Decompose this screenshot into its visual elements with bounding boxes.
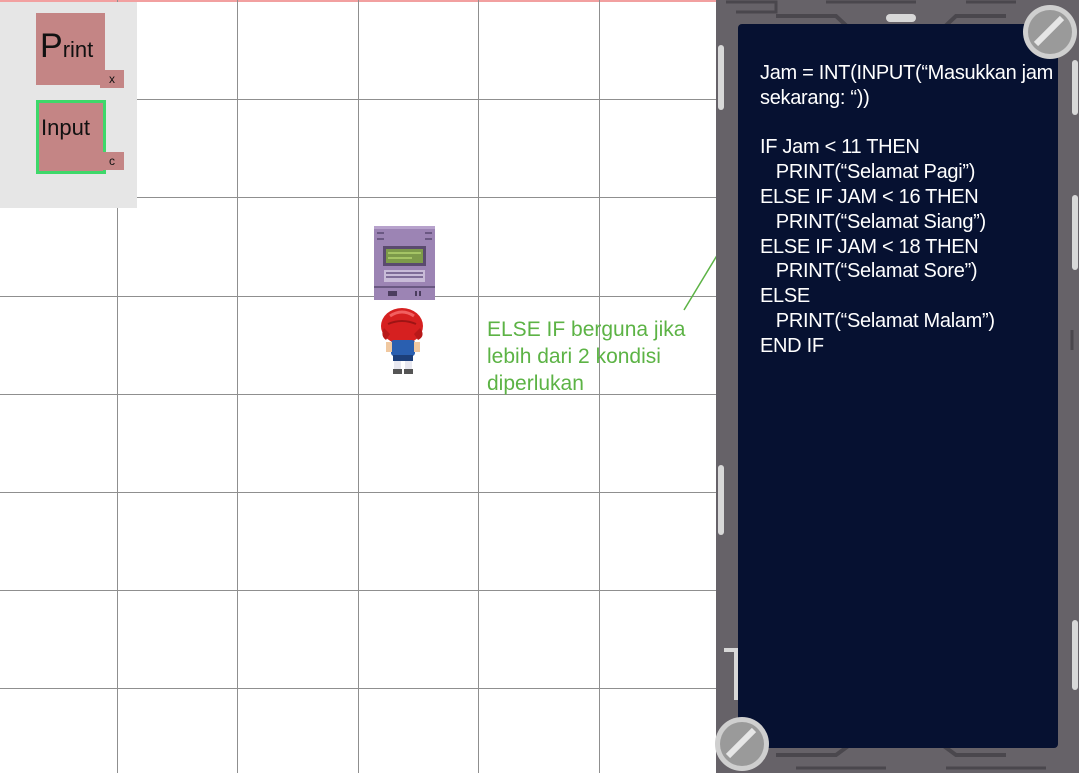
hint-text: ELSE IF berguna jika lebih dari 2 kondis… [487, 318, 686, 395]
code-line: IF Jam < 11 THEN [760, 136, 920, 159]
print-shortcut-key: x [100, 70, 124, 88]
code-line: Jam = INT(INPUT(“Masukkan jam sekarang: … [760, 62, 1059, 109]
code-text: Jam = INT(INPUT(“Masukkan jam sekarang: … [760, 61, 1056, 359]
command-panel: Print x Input c [0, 2, 137, 208]
code-line: PRINT(“Selamat Pagi”) [760, 161, 976, 184]
grid-line-horizontal [0, 492, 716, 493]
screw-icon [1023, 5, 1077, 59]
code-line: END IF [760, 334, 824, 357]
code-line: PRINT(“Selamat Sore”) [760, 260, 978, 283]
print-command-block[interactable]: Print [36, 13, 105, 85]
screw-icon [715, 717, 769, 771]
input-command-block[interactable]: Input [36, 100, 106, 174]
grid-line-vertical [478, 0, 479, 773]
grid-line-vertical [237, 0, 238, 773]
print-command-label: Print [40, 27, 94, 65]
input-shortcut-key: c [100, 152, 124, 170]
grid-line-horizontal [0, 688, 716, 689]
grid-line-vertical [358, 0, 359, 773]
input-command-label: Input [41, 115, 90, 140]
code-line: PRINT(“Selamat Malam”) [760, 309, 995, 332]
code-line: ELSE IF JAM < 16 THEN [760, 185, 979, 208]
grid-line-horizontal [0, 296, 716, 297]
grid-line-horizontal [0, 590, 716, 591]
player-character-icon[interactable] [378, 306, 428, 376]
code-line: ELSE [760, 285, 810, 308]
code-line: PRINT(“Selamat Siang”) [760, 210, 986, 233]
computer-terminal-icon[interactable] [374, 226, 435, 300]
code-line: ELSE IF JAM < 18 THEN [760, 235, 979, 258]
